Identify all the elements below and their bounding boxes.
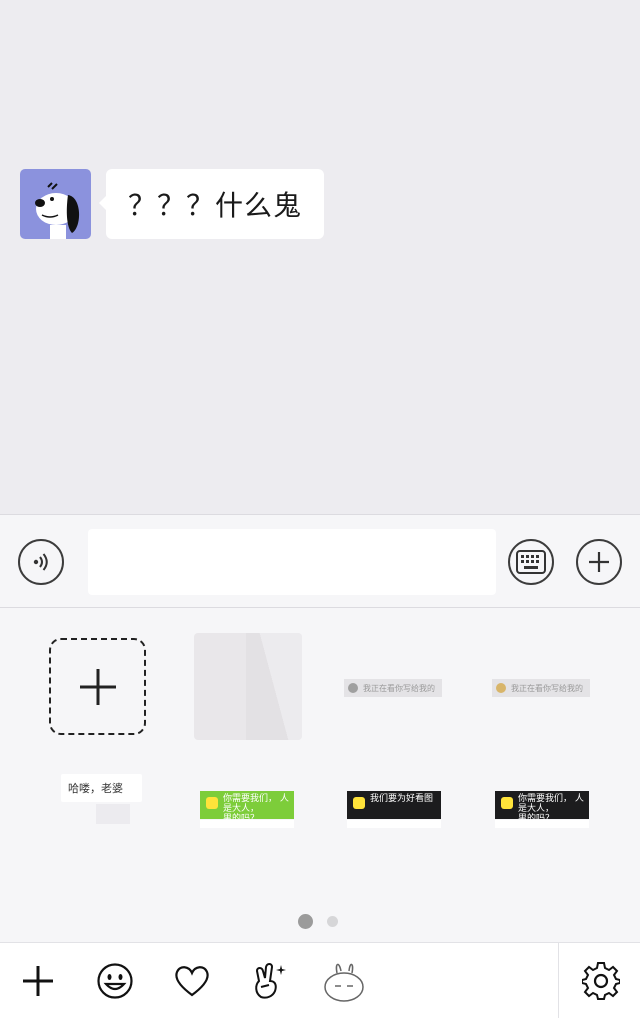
sticker-shadow <box>96 804 130 824</box>
chrome-icon <box>496 683 506 693</box>
add-sticker-button[interactable] <box>49 638 146 735</box>
chat-area: ？？？什么鬼 <box>0 0 640 514</box>
sticker-card[interactable]: 你需要我们， 人是大人， 男的吗？ <box>495 791 589 824</box>
card-footer <box>347 820 441 828</box>
sticker-toolbar <box>0 942 640 1018</box>
page-dot[interactable] <box>327 916 338 927</box>
message-input[interactable] <box>88 529 496 595</box>
emoji-icon <box>97 963 133 999</box>
snoopy-avatar[interactable] <box>20 169 91 239</box>
card-footer <box>200 820 294 828</box>
sticker-panel: 我正在看你写给我的 我正在看你写给我的 哈喽，老婆 你需要我们， 人是大人， 男… <box>0 608 640 942</box>
keyboard-button[interactable] <box>508 539 554 585</box>
favorites-tab[interactable] <box>170 959 214 1003</box>
page-dot-active[interactable] <box>298 914 313 929</box>
sticker-text: 我正在看你写给我的 <box>363 683 435 693</box>
sticker-card[interactable]: 你需要我们， 人是大人， 男的吗？ <box>200 791 294 824</box>
heart-icon <box>175 966 209 997</box>
sticker-thumbnail[interactable]: 我正在看你写给我的 <box>344 679 442 697</box>
bunny-pack-tab[interactable] <box>322 959 366 1003</box>
more-button[interactable] <box>576 539 622 585</box>
sticker-text-bubble[interactable]: 哈喽，老婆 <box>61 774 142 802</box>
sticker-text: 哈喽，老婆 <box>68 782 123 795</box>
message-text: ？？？什么鬼 <box>128 189 303 222</box>
emoji-tab[interactable] <box>93 959 137 1003</box>
sticker-card[interactable]: 我们要为好看图 <box>347 791 441 819</box>
page-indicator <box>298 914 338 929</box>
input-bar <box>0 514 640 608</box>
sticker-thumbnail[interactable] <box>194 633 302 740</box>
keyboard-icon <box>516 550 546 574</box>
card-text: 我们要为好看图 <box>370 794 434 804</box>
add-tab[interactable] <box>16 959 60 1003</box>
message-bubble[interactable]: ？？？什么鬼 <box>98 169 325 239</box>
bunny-icon <box>324 963 364 1002</box>
settings-button[interactable] <box>579 959 623 1003</box>
sticker-face-icon <box>206 797 218 809</box>
toolbar-divider <box>558 943 559 1018</box>
plus-circle-icon <box>589 552 609 572</box>
card-footer <box>495 820 589 828</box>
voice-wave-icon <box>33 553 48 571</box>
plus-icon <box>79 668 116 705</box>
sticker-text: 我正在看你写给我的 <box>511 683 583 693</box>
sticker-pack-tab[interactable] <box>247 959 291 1003</box>
sticker-face-icon <box>501 797 513 809</box>
message-row: ？？？什么鬼 <box>20 169 325 239</box>
peace-hand-icon <box>255 963 286 999</box>
camera-icon <box>348 683 358 693</box>
settings-icon <box>582 962 620 1000</box>
sticker-thumbnail[interactable]: 我正在看你写给我的 <box>492 679 590 697</box>
add-icon <box>23 966 53 996</box>
voice-button[interactable] <box>18 539 64 585</box>
sticker-face-icon <box>353 797 365 809</box>
